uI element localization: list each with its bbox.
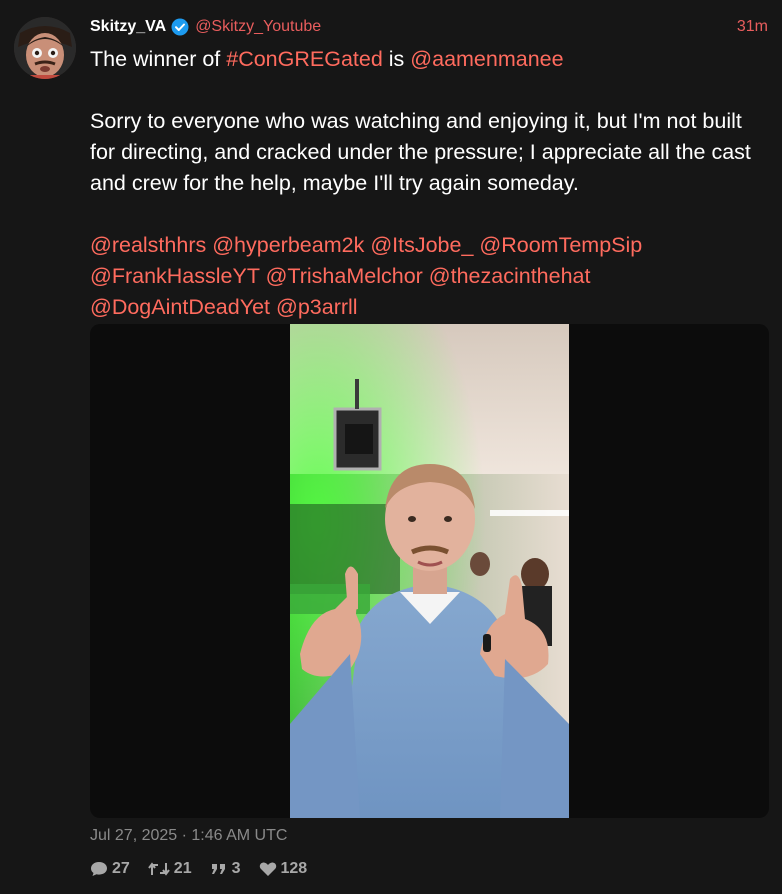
reply-stat[interactable]: 27 [90, 860, 130, 878]
tweet-content: The winner of #ConGREGated is @aamenmane… [90, 44, 770, 323]
mention-link[interactable]: @RoomTempSip [479, 233, 642, 257]
mention-link[interactable]: @DogAintDeadYet [90, 295, 270, 319]
heart-icon [259, 862, 276, 876]
mention-link[interactable]: @FrankHassleYT [90, 264, 260, 288]
quote-stat[interactable]: 3 [210, 860, 241, 878]
avatar-image [14, 17, 76, 79]
retweet-count: 21 [173, 860, 192, 877]
winner-mention-link[interactable]: @aamenmanee [410, 47, 563, 71]
tweet-paragraph: Sorry to everyone who was watching and e… [90, 109, 751, 195]
reply-count: 27 [112, 860, 130, 877]
tweet-stats: 27 21 3 128 [90, 860, 325, 878]
mention-link[interactable]: @TrishaMelchor [266, 264, 423, 288]
tweet-header: Skitzy_VA @Skitzy_Youtube 31m [90, 16, 768, 38]
like-count: 128 [280, 860, 308, 877]
photo-of-man-giving-thumbs-up [290, 324, 569, 818]
winner-mid: is [382, 47, 411, 71]
quote-icon [211, 864, 225, 874]
avatar[interactable] [14, 17, 76, 79]
mention-link[interactable]: @ItsJobe_ [370, 233, 473, 257]
verified-badge-icon [171, 18, 189, 36]
mention-link[interactable]: @hyperbeam2k [212, 233, 364, 257]
tweet: Skitzy_VA @Skitzy_Youtube 31m The winner… [0, 0, 782, 894]
quote-count: 3 [231, 860, 241, 877]
retweet-icon [147, 862, 170, 876]
user-handle[interactable]: @Skitzy_Youtube [195, 18, 321, 36]
display-name[interactable]: Skitzy_VA [90, 18, 166, 36]
tweet-media[interactable] [90, 324, 769, 818]
mention-link[interactable]: @realsthhrs [90, 233, 206, 257]
winner-prefix: The winner of [90, 47, 227, 71]
like-stat[interactable]: 128 [259, 860, 308, 878]
comment-icon [91, 862, 107, 876]
hashtag-link[interactable]: #ConGREGated [226, 47, 383, 71]
tweet-date[interactable]: Jul 27, 2025 · 1:46 AM UTC [90, 827, 287, 845]
mentions-list: @realsthhrs @hyperbeam2k @ItsJobe_ @Room… [90, 230, 770, 323]
tweet-timestamp[interactable]: 31m [737, 18, 768, 36]
retweet-stat[interactable]: 21 [147, 860, 192, 878]
mention-link[interactable]: @thezacinthehat [429, 264, 591, 288]
winner-line: The winner of #ConGREGated is @aamenmane… [90, 44, 770, 75]
mention-link[interactable]: @p3arrll [276, 295, 358, 319]
